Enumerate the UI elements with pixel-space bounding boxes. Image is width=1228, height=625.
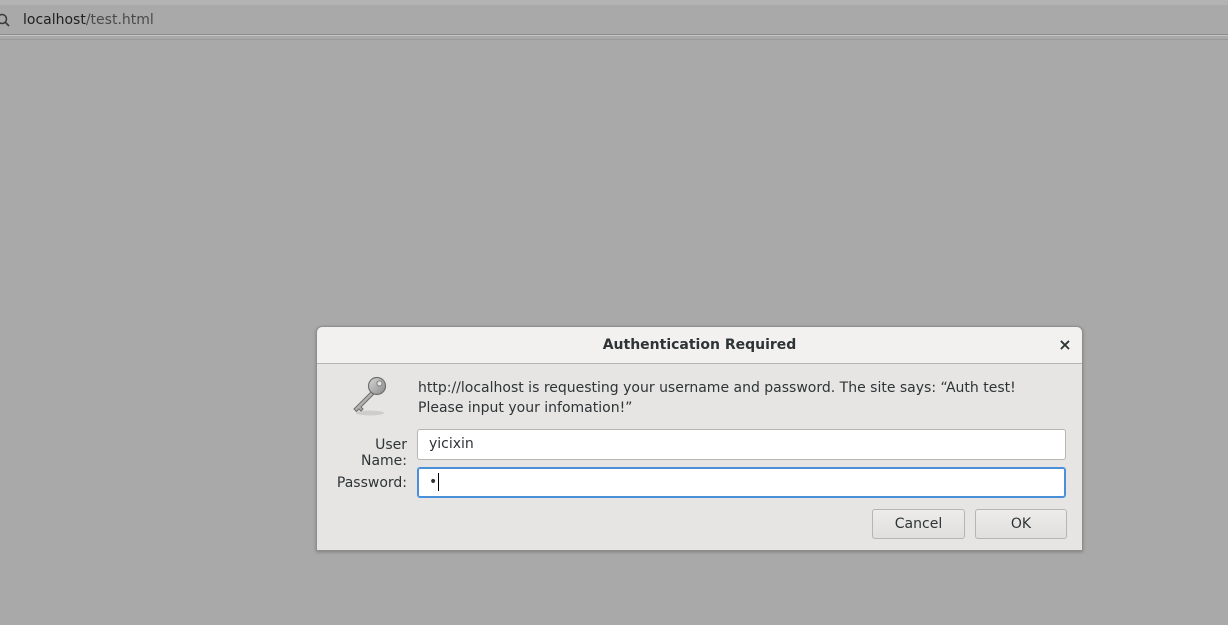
key-icon <box>353 376 387 416</box>
url-bar[interactable]: localhost/test.html <box>0 5 1228 35</box>
url-host: localhost <box>23 12 86 28</box>
url-text[interactable]: localhost/test.html <box>23 11 154 29</box>
toolbar-divider <box>0 39 1228 40</box>
url-path: /test.html <box>85 12 154 28</box>
password-value: • <box>429 474 438 490</box>
cancel-button[interactable]: Cancel <box>872 509 965 539</box>
username-field[interactable]: yicixin <box>417 429 1066 460</box>
ok-button[interactable]: OK <box>975 509 1067 539</box>
auth-dialog: Authentication Required × http://localho… <box>316 326 1083 551</box>
password-label: Password: <box>336 475 407 491</box>
close-icon: × <box>1058 335 1072 354</box>
password-field[interactable]: • <box>417 467 1066 498</box>
username-value: yicixin <box>429 436 474 452</box>
text-caret <box>438 473 440 491</box>
search-icon <box>0 13 10 27</box>
close-button[interactable]: × <box>1056 336 1074 354</box>
dialog-header: Authentication Required × <box>317 327 1082 364</box>
dialog-message: http://localhost is requesting your user… <box>418 380 1016 416</box>
username-label: User Name: <box>360 437 407 469</box>
dialog-title: Authentication Required <box>602 337 797 353</box>
